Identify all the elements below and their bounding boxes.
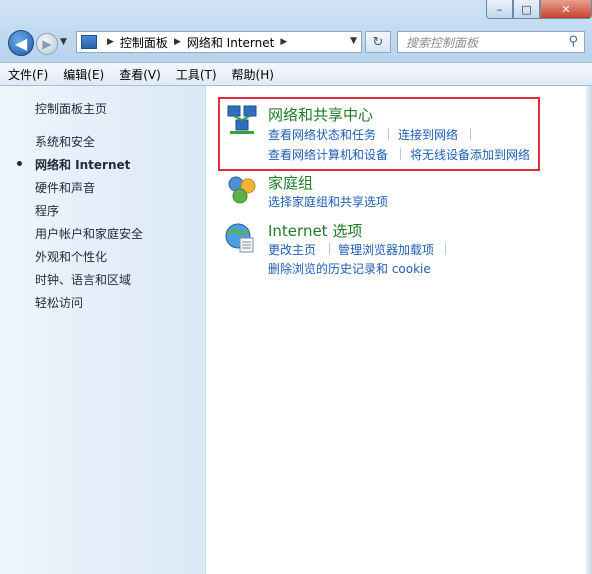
sidebar-item-home[interactable]: 控制面板主页 bbox=[35, 100, 107, 117]
change-homepage-link[interactable]: 更改主页 bbox=[268, 241, 316, 258]
search-input[interactable]: 搜索控制面板 ⚲ bbox=[397, 31, 585, 53]
menu-tools[interactable]: 工具(T) bbox=[168, 66, 224, 83]
sidebar-item-programs[interactable]: 程序 bbox=[35, 202, 59, 219]
sidebar-item-user-accounts[interactable]: 用户帐户和家庭安全 bbox=[35, 225, 143, 242]
network-sharing-center-title[interactable]: 网络和共享中心 bbox=[268, 104, 373, 125]
homegroup-icon[interactable] bbox=[226, 174, 258, 206]
internet-options-title[interactable]: Internet 选项 bbox=[268, 220, 362, 241]
sidebar: 控制面板主页 系统和安全 网络和 Internet 硬件和声音 程序 用户帐户和… bbox=[0, 86, 206, 574]
link-separator bbox=[329, 243, 330, 255]
minimize-button[interactable]: – bbox=[486, 0, 513, 19]
recent-pages-dropdown-icon[interactable]: ▼ bbox=[60, 37, 67, 47]
control-panel-icon bbox=[81, 35, 97, 49]
sidebar-item-network-internet[interactable]: 网络和 Internet bbox=[35, 156, 130, 173]
link-separator bbox=[445, 243, 446, 255]
maximize-button[interactable]: □ bbox=[513, 0, 540, 19]
refresh-button[interactable]: ↻ bbox=[365, 31, 391, 53]
breadcrumb-network-internet[interactable]: 网络和 Internet bbox=[187, 34, 274, 51]
link-separator bbox=[388, 128, 389, 140]
window-controls: – □ ✕ bbox=[486, 0, 592, 19]
active-bullet-icon bbox=[17, 161, 22, 166]
search-placeholder: 搜索控制面板 bbox=[406, 35, 479, 50]
internet-options-icon[interactable] bbox=[224, 222, 256, 254]
search-icon[interactable]: ⚲ bbox=[568, 34, 578, 49]
manage-addons-link[interactable]: 管理浏览器加载项 bbox=[338, 241, 434, 258]
address-bar[interactable]: ▶ 控制面板 ▶ 网络和 Internet ▶ ▼ bbox=[76, 31, 362, 53]
back-button[interactable]: ◀ bbox=[8, 30, 34, 56]
network-icon[interactable] bbox=[226, 104, 258, 136]
link-separator bbox=[470, 128, 471, 140]
menu-view[interactable]: 查看(V) bbox=[111, 66, 168, 83]
choose-homegroup-link[interactable]: 选择家庭组和共享选项 bbox=[268, 193, 388, 210]
menu-file[interactable]: 文件(F) bbox=[0, 66, 55, 83]
menu-bar: 文件(F) 编辑(E) 查看(V) 工具(T) 帮助(H) bbox=[0, 62, 592, 86]
add-wireless-device-link[interactable]: 将无线设备添加到网络 bbox=[410, 146, 530, 163]
sidebar-item-hardware-sound[interactable]: 硬件和声音 bbox=[35, 179, 95, 196]
forward-button[interactable]: ▶ bbox=[36, 33, 58, 55]
close-button[interactable]: ✕ bbox=[540, 0, 592, 19]
refresh-icon: ↻ bbox=[372, 34, 384, 50]
homegroup-title[interactable]: 家庭组 bbox=[268, 172, 313, 193]
chevron-right-icon[interactable]: ▶ bbox=[280, 37, 287, 47]
sidebar-item-appearance[interactable]: 外观和个性化 bbox=[35, 248, 107, 265]
menu-edit[interactable]: 编辑(E) bbox=[55, 66, 111, 83]
sidebar-item-ease-of-access[interactable]: 轻松访问 bbox=[35, 294, 83, 311]
view-network-status-link[interactable]: 查看网络状态和任务 bbox=[268, 126, 376, 143]
view-network-computers-link[interactable]: 查看网络计算机和设备 bbox=[268, 146, 388, 163]
connect-to-network-link[interactable]: 连接到网络 bbox=[398, 126, 458, 143]
menu-help[interactable]: 帮助(H) bbox=[224, 66, 281, 83]
breadcrumb-control-panel[interactable]: 控制面板 bbox=[120, 34, 168, 51]
address-dropdown-icon[interactable]: ▼ bbox=[350, 36, 357, 46]
sidebar-item-clock-language[interactable]: 时钟、语言和区域 bbox=[35, 271, 131, 288]
delete-history-link[interactable]: 删除浏览的历史记录和 cookie bbox=[268, 260, 431, 277]
sidebar-item-system-security[interactable]: 系统和安全 bbox=[35, 133, 95, 150]
navigation-bar: ◀ ▶ ▼ ▶ 控制面板 ▶ 网络和 Internet ▶ ▼ ↻ 搜索控制面板… bbox=[0, 26, 592, 60]
chevron-right-icon[interactable]: ▶ bbox=[107, 37, 114, 47]
window-right-border bbox=[586, 86, 592, 574]
chevron-right-icon[interactable]: ▶ bbox=[174, 37, 181, 47]
link-separator bbox=[400, 148, 401, 160]
